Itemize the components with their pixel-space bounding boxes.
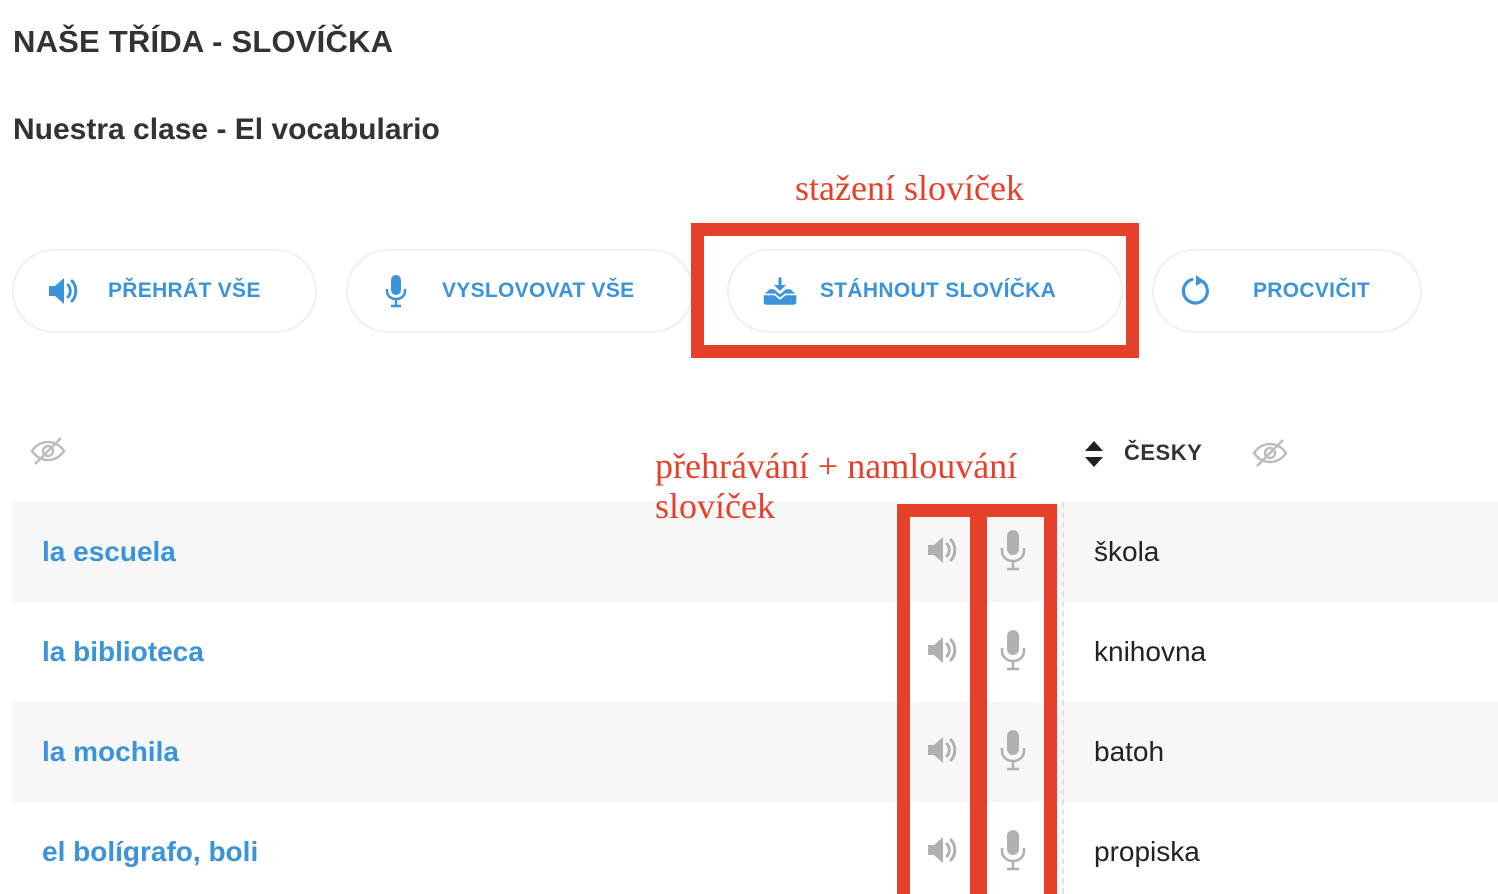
play-all-button[interactable]: PŘEHRÁT VŠE [12,249,317,333]
download-annotation-box [691,223,1139,358]
eye-off-icon[interactable] [1252,438,1288,473]
microphone-icon [378,273,414,309]
czech-column-header[interactable]: ČESKY [1124,440,1202,466]
table-row: el bolígrafo, boli propiska [12,802,1498,894]
column-divider [1062,502,1064,894]
pronounce-all-button[interactable]: VYSLOVOVAT VŠE [346,249,694,333]
audio-annotation-text-line2: slovíček [655,486,775,526]
pronounce-all-label: VYSLOVOVAT VŠE [442,279,635,302]
czech-word: škola [1094,536,1160,567]
czech-word: propiska [1094,836,1200,867]
spanish-word[interactable]: la biblioteca [42,636,204,668]
recording-annotation-box [970,504,1057,894]
download-annotation-text: stažení slovíček [795,168,1024,208]
sort-icon[interactable] [1083,440,1105,473]
practice-button[interactable]: PROCVIČIT [1152,249,1422,333]
eye-off-icon[interactable] [30,436,66,471]
page-subtitle: Nuestra clase - El vocabulario [13,113,440,146]
table-row: la mochila batoh [12,702,1498,802]
practice-label: PROCVIČIT [1253,279,1371,302]
audio-annotation-text-line1: přehrávání + namlouvání [655,446,1018,486]
play-all-label: PŘEHRÁT VŠE [108,279,261,302]
spanish-word[interactable]: el bolígrafo, boli [42,836,258,868]
page-title: NAŠE TŘÍDA - SLOVÍČKA [13,24,394,59]
spanish-word[interactable]: la escuela [42,536,176,568]
refresh-icon [1178,273,1214,309]
spanish-word[interactable]: la mochila [42,736,179,768]
table-row: la biblioteca knihovna [12,602,1498,702]
czech-word: batoh [1094,736,1165,767]
speaker-icon [46,273,82,309]
czech-word: knihovna [1094,636,1207,667]
